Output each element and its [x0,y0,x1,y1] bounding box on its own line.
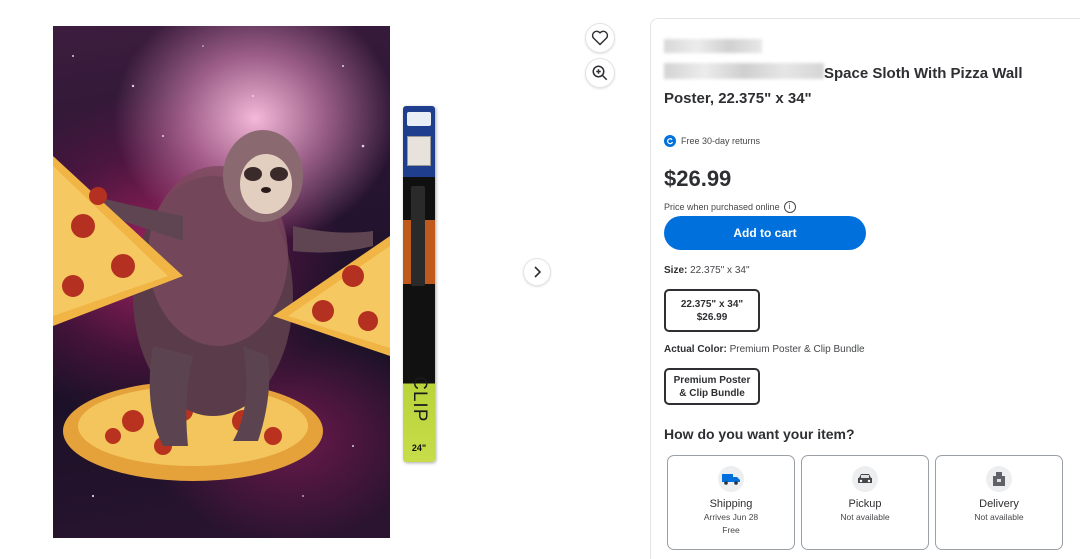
pickup-status: Not available [840,512,890,522]
product-info-panel: Space Sloth With Pizza Wall Poster, 22.3… [650,18,1080,559]
delivery-name: Delivery [979,498,1019,510]
color-value: Premium Poster & Clip Bundle [729,344,865,355]
tube-window [411,186,425,286]
color-chip-line2: & Clip Bundle [679,387,745,399]
tube-size: 24" [411,443,427,453]
pickup-option-card[interactable]: Pickup Not available [801,455,929,550]
size-option-label: Size: 22.375" x 34" [664,265,750,276]
shipping-cost: Free [722,525,740,535]
space-sloth-pizza-artwork [53,45,390,498]
info-icon[interactable]: i [783,201,796,213]
shipping-option-card[interactable]: Shipping Arrives Jun 28 Free [667,455,795,550]
chevron-right-icon [534,266,542,278]
next-image-button[interactable] [523,258,551,286]
product-price: $26.99 [664,166,732,191]
color-option-chip[interactable]: Premium Poster & Clip Bundle [664,368,760,405]
shipping-arrival: Arrives Jun 28 [703,512,759,522]
product-image[interactable] [53,26,390,538]
size-chip-size: 22.375" x 34" [680,298,744,310]
brand-name-redacted [664,39,762,53]
add-to-cart-button[interactable]: Add to cart [664,216,866,250]
color-option-label: Actual Color: Premium Poster & Clip Bund… [664,344,865,355]
delivery-option-card[interactable]: Delivery Not available [935,455,1063,550]
delivery-box-icon [986,466,1012,492]
returns-info: Free 30-day returns [664,135,760,147]
truck-icon [718,466,744,492]
size-label: Size: [664,265,688,276]
size-option-chip[interactable]: 22.375" x 34" $26.99 [664,289,760,332]
tube-thumbnail [407,136,431,166]
pickup-name: Pickup [848,498,882,510]
delivery-status: Not available [974,512,1024,522]
returns-text: Free 30-day returns [681,136,761,146]
price-note: Price when purchased online i [664,201,796,213]
size-chip-price: $26.99 [696,311,728,323]
car-icon [852,466,878,492]
product-title: Space Sloth With Pizza Wall Poster, 22.3… [664,65,1023,107]
tube-label-clip: CLIP [409,376,430,423]
shipping-name: Shipping [709,498,753,510]
tube-label: POSTERCLIP [405,292,433,432]
returns-icon [664,135,676,147]
size-value: 22.375" x 34" [690,265,750,276]
poster-clip-product-tube[interactable]: POSTERCLIP 24" [403,106,435,462]
price-note-text: Price when purchased online [664,202,780,212]
heart-icon [591,30,609,46]
zoom-button[interactable] [585,58,615,88]
fulfillment-heading: How do you want your item? [664,426,855,442]
tube-label-poster: POSTER [409,292,430,377]
brand-logo [407,112,431,126]
color-label: Actual Color: [664,344,727,355]
color-chip-line1: Premium Poster [673,374,751,386]
favorite-button[interactable] [585,23,615,53]
zoom-in-icon [592,65,608,81]
